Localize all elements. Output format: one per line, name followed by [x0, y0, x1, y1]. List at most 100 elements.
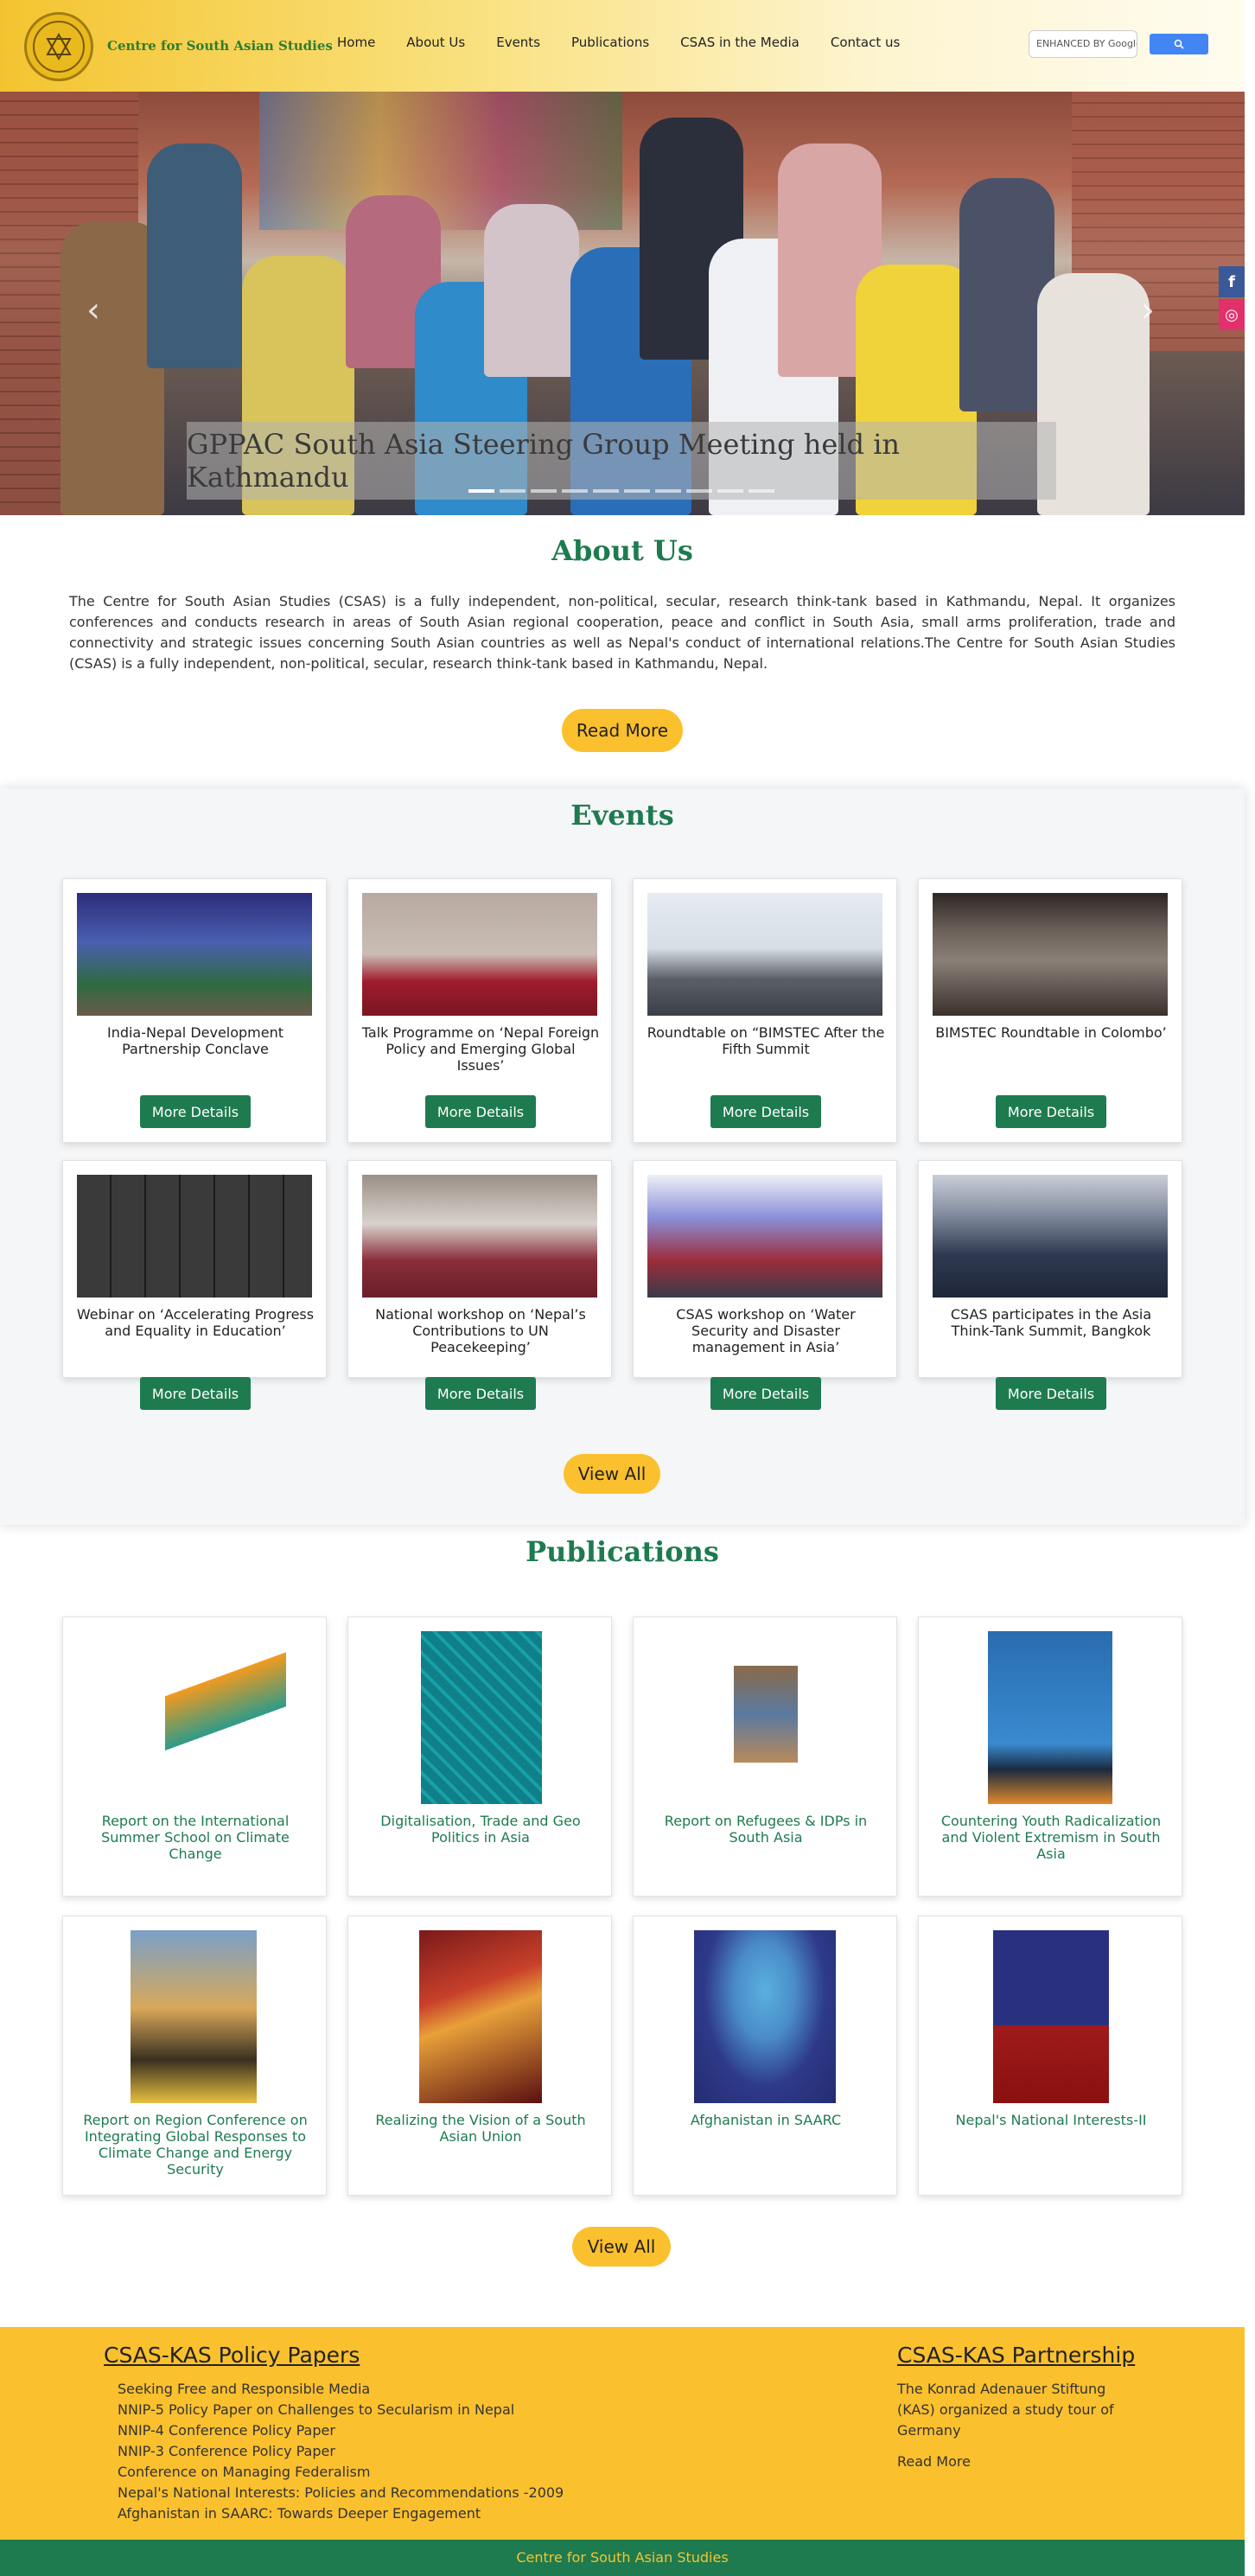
more-details-button[interactable]: More Details — [710, 1095, 821, 1128]
event-title: Talk Programme on ‘Nepal Foreign Policy … — [361, 1024, 600, 1074]
publication-card: Realizing the Vision of a South Asian Un… — [347, 1916, 612, 2196]
carousel-indicators[interactable] — [468, 489, 774, 493]
nav-contact-us[interactable]: Contact us — [815, 35, 915, 50]
publication-title[interactable]: Digitalisation, Trade and Geo Politics i… — [360, 1813, 601, 1846]
event-title: Webinar on ‘Accelerating Progress and Eq… — [76, 1306, 315, 1339]
search-icon — [1174, 39, 1184, 49]
carousel-dot[interactable] — [531, 489, 557, 493]
partnership-text: The Konrad Adenauer Stiftung (KAS) organ… — [897, 2381, 1114, 2439]
brand-name[interactable]: Centre for South Asian Studies — [107, 38, 333, 54]
policy-papers-title[interactable]: CSAS-KAS Policy Papers — [104, 2343, 360, 2368]
carousel-dot[interactable] — [468, 489, 494, 493]
footer-bottom-bar: Centre for South Asian Studies — [0, 2540, 1245, 2576]
policy-paper-link[interactable]: NNIP-3 Conference Policy Paper — [118, 2441, 564, 2462]
publication-card: Report on Region Conference on Integrati… — [62, 1916, 327, 2196]
event-image[interactable] — [647, 1175, 882, 1298]
event-title: National workshop on ‘Nepal’s Contributi… — [375, 1306, 586, 1355]
nav-about-us[interactable]: About Us — [391, 35, 481, 50]
policy-paper-link[interactable]: Seeking Free and Responsible Media — [118, 2379, 564, 2400]
carousel-dot[interactable] — [624, 489, 650, 493]
more-details-button[interactable]: More Details — [140, 1095, 251, 1128]
nav-events[interactable]: Events — [481, 35, 556, 50]
publication-cover[interactable] — [988, 1631, 1112, 1804]
event-image[interactable] — [362, 893, 597, 1016]
event-image[interactable] — [933, 1175, 1168, 1298]
publication-title[interactable]: Report on Refugees & IDPs in South Asia — [646, 1813, 886, 1846]
carousel-dot[interactable] — [593, 489, 619, 493]
publication-title[interactable]: Countering Youth Radicalization and Viol… — [931, 1813, 1171, 1862]
policy-paper-link[interactable]: NNIP-4 Conference Policy Paper — [118, 2420, 564, 2441]
publication-cover[interactable] — [694, 1930, 836, 2103]
policy-papers-list: Seeking Free and Responsible Media NNIP-… — [118, 2379, 564, 2524]
instagram-icon[interactable]: ◎ — [1219, 299, 1245, 330]
nav-publications[interactable]: Publications — [556, 35, 665, 50]
publication-card: Countering Youth Radicalization and Viol… — [918, 1616, 1182, 1897]
publications-view-all-button[interactable]: View All — [572, 2227, 671, 2267]
publication-card: Report on Refugees & IDPs in South Asia — [633, 1616, 897, 1897]
carousel-dot[interactable] — [749, 489, 774, 493]
partnership-read-more-link[interactable]: Read More — [897, 2453, 971, 2470]
about-read-more-button[interactable]: Read More — [562, 709, 683, 752]
carousel-dot[interactable] — [655, 489, 681, 493]
event-title: BIMSTEC Roundtable in Colombo’ — [935, 1024, 1167, 1041]
publication-cover[interactable] — [131, 1930, 257, 2103]
event-card: CSAS participates in the Asia Think-Tank… — [918, 1160, 1182, 1410]
publications-title: Publications — [526, 1535, 719, 1568]
publication-cover[interactable] — [734, 1666, 798, 1763]
site-header: Centre for South Asian Studies Home Abou… — [0, 0, 1245, 92]
more-details-button[interactable]: More Details — [996, 1095, 1106, 1128]
carousel-dot[interactable] — [500, 489, 526, 493]
event-image[interactable] — [77, 1175, 312, 1298]
policy-paper-link[interactable]: NNIP-5 Policy Paper on Challenges to Sec… — [118, 2400, 564, 2420]
partnership-title[interactable]: CSAS-KAS Partnership — [897, 2343, 1135, 2368]
publication-title[interactable]: Nepal's National Interests-II — [931, 2112, 1171, 2128]
publication-cover[interactable] — [421, 1631, 542, 1804]
event-image[interactable] — [647, 893, 882, 1016]
policy-paper-link[interactable]: Afghanistan in SAARC: Towards Deeper Eng… — [118, 2503, 564, 2524]
event-card: Roundtable on “BIMSTEC After the Fifth S… — [633, 878, 897, 1143]
carousel-dot[interactable] — [717, 489, 743, 493]
csas-logo[interactable] — [24, 12, 93, 81]
hero-carousel[interactable]: ‹ › GPPAC South Asia Steering Group Meet… — [0, 92, 1245, 515]
search-button[interactable] — [1150, 34, 1208, 54]
event-card: India-Nepal Development Partnership Conc… — [62, 878, 327, 1143]
event-card: National workshop on ‘Nepal’s Contributi… — [347, 1160, 612, 1410]
publication-title[interactable]: Report on Region Conference on Integrati… — [75, 2112, 315, 2177]
about-text: The Centre for South Asian Studies (CSAS… — [69, 593, 1175, 672]
publication-card: Report on the International Summer Schoo… — [62, 1616, 327, 1897]
more-details-button[interactable]: More Details — [425, 1095, 536, 1128]
nav-csas-in-media[interactable]: CSAS in the Media — [665, 35, 815, 50]
event-card: BIMSTEC Roundtable in Colombo’ More Deta… — [918, 878, 1182, 1143]
event-image[interactable] — [933, 893, 1168, 1016]
more-details-button[interactable]: More Details — [996, 1377, 1106, 1410]
carousel-dot[interactable] — [686, 489, 712, 493]
hero-next-arrow[interactable]: › — [1141, 290, 1155, 330]
facebook-icon[interactable]: f — [1219, 266, 1245, 297]
main-nav: Home About Us Events Publications CSAS i… — [322, 35, 915, 50]
more-details-button[interactable]: More Details — [140, 1377, 251, 1410]
event-image[interactable] — [77, 893, 312, 1016]
more-details-button[interactable]: More Details — [425, 1377, 536, 1410]
hero-caption: GPPAC South Asia Steering Group Meeting … — [187, 422, 1056, 500]
event-title: Roundtable on “BIMSTEC After the Fifth S… — [647, 1024, 885, 1057]
publication-title[interactable]: Report on the International Summer Schoo… — [75, 1813, 315, 1862]
publication-card: Afghanistan in SAARC — [633, 1916, 897, 2196]
event-image[interactable] — [362, 1175, 597, 1298]
more-details-button[interactable]: More Details — [710, 1377, 821, 1410]
nav-home[interactable]: Home — [322, 35, 391, 50]
publication-cover[interactable] — [165, 1631, 286, 1804]
carousel-dot[interactable] — [562, 489, 588, 493]
event-title: India-Nepal Development Partnership Conc… — [106, 1024, 284, 1057]
event-card: Talk Programme on ‘Nepal Foreign Policy … — [347, 878, 612, 1143]
policy-paper-link[interactable]: Conference on Managing Federalism — [118, 2462, 564, 2483]
events-view-all-button[interactable]: View All — [564, 1454, 660, 1494]
publication-title[interactable]: Afghanistan in SAARC — [646, 2112, 886, 2128]
search-input[interactable]: ENHANCED BY Google — [1029, 30, 1137, 58]
publication-cover[interactable] — [419, 1930, 542, 2103]
publication-card: Nepal's National Interests-II — [918, 1916, 1182, 2196]
publication-title[interactable]: Realizing the Vision of a South Asian Un… — [360, 2112, 601, 2145]
hero-prev-arrow[interactable]: ‹ — [86, 290, 100, 330]
publication-cover[interactable] — [993, 1930, 1109, 2103]
event-title: CSAS workshop on ‘Water Security and Dis… — [676, 1306, 856, 1355]
policy-paper-link[interactable]: Nepal's National Interests: Policies and… — [118, 2483, 564, 2503]
